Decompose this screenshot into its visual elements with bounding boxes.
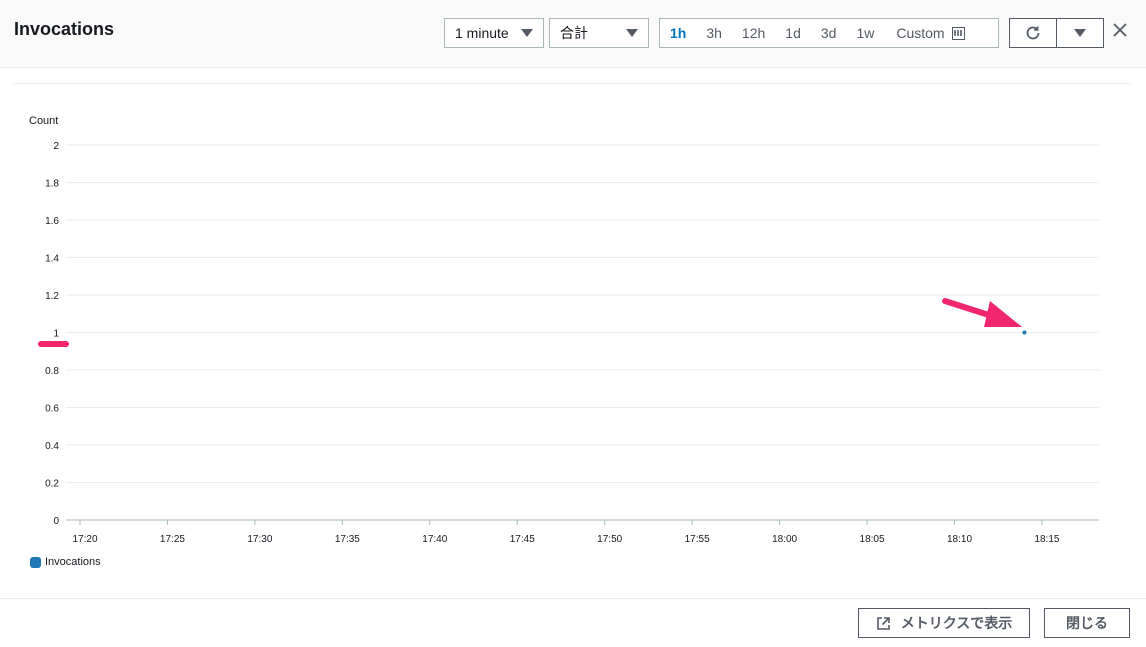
range-1d[interactable]: 1d [775,19,811,47]
y-tick-label: 1.2 [45,291,59,302]
close-icon [1113,23,1127,37]
range-3h[interactable]: 3h [696,19,732,47]
x-tick-label: 18:00 [772,534,797,545]
range-custom-button[interactable]: Custom [886,19,974,47]
close-footer-button[interactable]: 閉じる [1044,608,1130,638]
divider [14,83,1131,84]
period-select[interactable]: 1 minute [444,18,544,48]
x-tick-label: 17:35 [335,534,360,545]
x-tick-label: 18:15 [1034,534,1059,545]
refresh-options-button[interactable] [1056,18,1104,48]
y-tick-label: 1.4 [45,254,59,265]
x-tick-label: 18:10 [947,534,972,545]
y-tick-label: 1.8 [45,179,59,190]
range-1w[interactable]: 1w [846,19,884,47]
modal-header: Invocations 1 minute 合計 1h 3h 12h 1d 3d … [0,0,1146,68]
view-in-metrics-label: メトリクスで表示 [900,615,1013,631]
period-value: 1 minute [455,25,509,41]
chart-legend: Invocations [30,556,101,568]
refresh-icon [1026,26,1040,40]
caret-down-icon [521,29,533,37]
x-tick-label: 17:55 [685,534,710,545]
external-link-icon [876,616,890,630]
y-tick-label: 0.8 [45,366,59,377]
caret-down-icon [1074,29,1086,37]
x-tick-label: 17:45 [510,534,535,545]
annotation-arrow-icon [942,298,1022,327]
y-tick-label: 0.6 [45,404,59,415]
time-range-group: 1h 3h 12h 1d 3d 1w Custom [659,18,999,48]
x-tick-label: 18:05 [860,534,885,545]
statistic-select[interactable]: 合計 [549,18,649,48]
x-tick-label: 17:25 [160,534,185,545]
caret-down-icon [626,29,638,37]
annotation-highlight-mark [38,341,69,347]
y-tick-label: 1 [53,329,59,340]
refresh-button[interactable] [1009,18,1057,48]
y-axis-label: Count [29,115,58,127]
x-tick-label: 17:20 [72,534,97,545]
close-button[interactable] [1108,18,1132,42]
range-12h[interactable]: 12h [732,19,775,47]
y-tick-label: 0.2 [45,479,59,490]
view-in-metrics-button[interactable]: メトリクスで表示 [858,608,1030,638]
close-footer-label: 閉じる [1066,615,1108,631]
statistic-value: 合計 [560,25,588,41]
y-tick-label: 2 [53,141,59,152]
x-tick-label: 17:50 [597,534,622,545]
legend-label: Invocations [45,556,101,568]
y-tick-label: 0 [53,516,59,527]
legend-swatch [30,556,41,568]
range-3d[interactable]: 3d [811,19,847,47]
y-tick-label: 0.4 [45,441,59,452]
calendar-icon [951,26,965,40]
range-1h[interactable]: 1h [660,19,696,47]
x-tick-label: 17:40 [422,534,447,545]
x-tick-label: 17:30 [247,534,272,545]
modal-title: Invocations [14,19,115,39]
y-tick-label: 1.6 [45,216,59,227]
range-custom-label: Custom [896,25,945,41]
